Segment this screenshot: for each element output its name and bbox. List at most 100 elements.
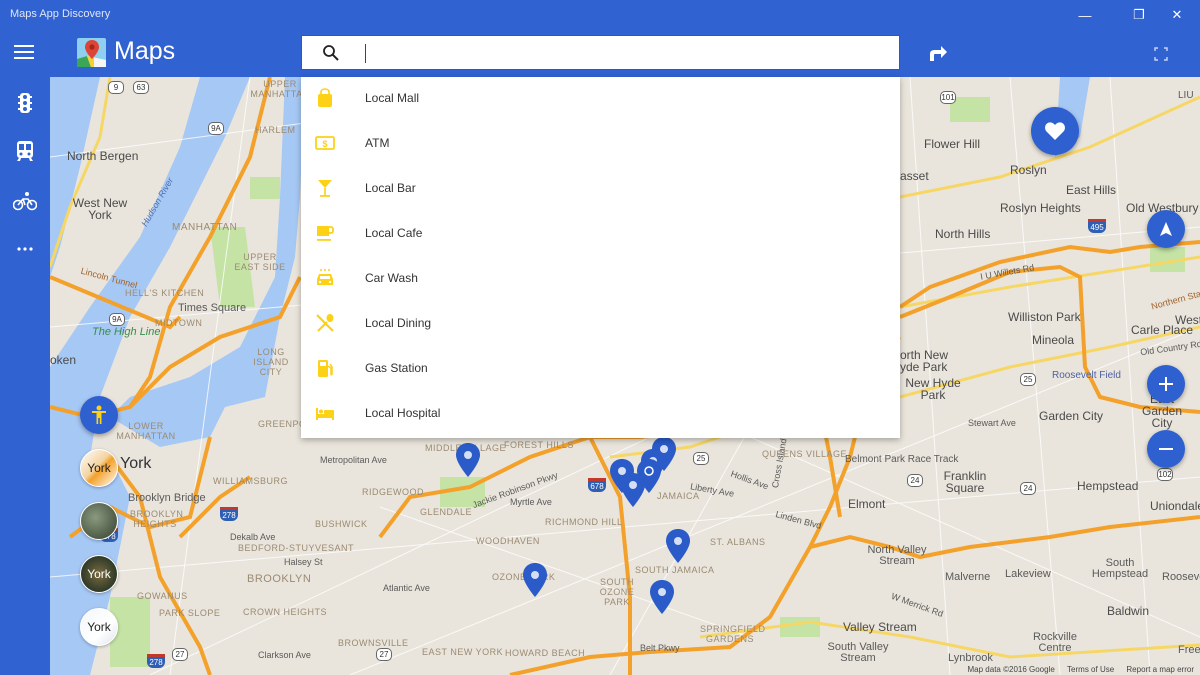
my-location-button[interactable]: [1147, 210, 1185, 248]
title-bar: Maps App Discovery — ❐ ✕: [0, 0, 1200, 30]
map-label: Elmont: [848, 497, 886, 511]
minimize-button[interactable]: —: [1062, 0, 1108, 30]
close-button[interactable]: ✕: [1154, 0, 1200, 30]
map-label: MIDTOWN: [155, 318, 203, 328]
map-label: WILLIAMSBURG: [213, 476, 289, 486]
layer-hybrid-thumbnail[interactable]: York: [80, 555, 118, 593]
utensils-icon: [316, 314, 334, 332]
favorites-button[interactable]: [1031, 107, 1079, 155]
heart-icon: [1045, 122, 1065, 140]
map-label: Hempstead: [1077, 479, 1139, 493]
svg-text:$: $: [322, 139, 327, 149]
map-label: BROOKLYN HEIGHTS: [130, 509, 184, 529]
map-label: BROWNSVILLE: [338, 638, 409, 648]
sidebar-item-more[interactable]: [12, 237, 38, 261]
map-label: North Valley Stream: [867, 544, 927, 567]
fullscreen-icon[interactable]: [1154, 47, 1168, 61]
map-label: Clarkson Ave: [258, 650, 311, 660]
close-icon: ✕: [1171, 7, 1183, 22]
suggestion-local-cafe[interactable]: Local Cafe: [301, 212, 900, 257]
suggestion-local-hospital[interactable]: Local Hospital: [301, 392, 900, 437]
map-label: SOUTH OZONE PARK: [599, 577, 635, 607]
map-label: Garden City: [1039, 409, 1104, 423]
layer-label: York: [87, 461, 111, 475]
layer-label: York: [87, 567, 111, 581]
map-label: Williston Park: [1008, 310, 1081, 324]
zoom-out-button[interactable]: [1147, 430, 1185, 468]
layer-satellite-thumbnail[interactable]: [80, 502, 118, 540]
map-attribution: Map data ©2016 Google Terms of Use Repor…: [958, 665, 1194, 674]
street-view-button[interactable]: [80, 396, 118, 434]
route-shield: 9A: [208, 122, 224, 135]
map-label: PARK SLOPE: [159, 608, 221, 618]
route-shield: 101: [940, 91, 956, 104]
more-icon: [17, 247, 33, 251]
map-label: South Valley Stream: [827, 641, 889, 664]
map-label: asset: [900, 169, 929, 183]
app-name: Maps: [114, 37, 176, 65]
window-title: Maps App Discovery: [10, 8, 111, 20]
map-label: Dekalb Ave: [230, 532, 276, 542]
search-box[interactable]: [301, 35, 900, 70]
suggestion-local-bar[interactable]: Local Bar: [301, 167, 900, 212]
sidebar-item-bike[interactable]: [12, 189, 38, 213]
terms-of-use-link[interactable]: Terms of Use: [1067, 665, 1114, 674]
suggestion-local-mall[interactable]: Local Mall: [301, 77, 900, 122]
map-label: Stewart Ave: [968, 418, 1016, 428]
map-label: RICHMOND HILL: [545, 517, 623, 527]
map-label: WOODHAVEN: [476, 536, 540, 546]
map-label: BUSHWICK: [315, 519, 368, 529]
map-label: Baldwin: [1107, 604, 1150, 618]
map-label: CROWN HEIGHTS: [243, 607, 327, 617]
layer-label: York: [87, 620, 111, 634]
layer-roads-thumbnail[interactable]: York: [80, 449, 118, 487]
map-label: LIU: [1178, 90, 1194, 101]
map-label: Free: [1178, 644, 1200, 656]
cocktail-icon: [318, 180, 332, 197]
map-label: West New York: [72, 196, 128, 222]
maps-logo-icon: [77, 38, 106, 67]
directions-icon[interactable]: [928, 44, 948, 62]
hamburger-icon: [14, 45, 34, 47]
map-label: RIDGEWOOD: [362, 487, 424, 497]
map-label: South Hempstead: [1091, 557, 1149, 580]
app-bar: Maps: [0, 30, 1200, 77]
layer-light-thumbnail[interactable]: York: [80, 608, 118, 646]
map-label: BROOKLYN: [247, 573, 312, 585]
map-pin[interactable]: [523, 563, 547, 597]
map-label: HELL'S KITCHEN: [125, 288, 205, 298]
map-label: ST. ALBANS: [710, 537, 766, 547]
report-map-error-link[interactable]: Report a map error: [1126, 665, 1194, 674]
sidebar-item-transit[interactable]: [12, 139, 38, 163]
map-pin[interactable]: [621, 473, 645, 507]
map-label: Rockville Centre: [1032, 631, 1077, 654]
zoom-in-button[interactable]: [1147, 365, 1185, 403]
map-pin[interactable]: [456, 443, 480, 477]
map-label: LONG ISLAND CITY: [253, 347, 289, 377]
suggestion-atm[interactable]: $ ATM: [301, 122, 900, 167]
suggestion-local-dining[interactable]: Local Dining: [301, 302, 900, 347]
map-label: Belmont Park Race Track: [845, 454, 959, 465]
suggestion-car-wash[interactable]: Car Wash: [301, 257, 900, 302]
hamburger-menu-button[interactable]: [14, 45, 34, 61]
map-label: Uniondale: [1150, 499, 1200, 513]
map-label: oken: [50, 353, 77, 367]
map-label: North Hills: [935, 227, 991, 241]
map-label: Malverne: [945, 571, 991, 583]
map-label: orth New yde Park: [900, 348, 949, 374]
map-label: SOUTH JAMAICA: [635, 565, 715, 575]
hamburger-line: [14, 51, 34, 53]
route-shield: 63: [133, 81, 149, 94]
suggestion-gas-station[interactable]: Gas Station: [301, 347, 900, 392]
sidebar-item-traffic[interactable]: [12, 91, 38, 115]
map-label: Roslyn Heights: [1000, 201, 1081, 215]
map-label: Lynbrook: [948, 652, 993, 664]
map-label: Myrtle Ave: [510, 497, 552, 507]
route-shield: 27: [376, 648, 392, 661]
map-pin[interactable]: [666, 529, 690, 563]
map-pin[interactable]: [650, 580, 674, 614]
map-label: Mineola: [1032, 333, 1075, 347]
search-input[interactable]: [362, 38, 882, 68]
restore-icon: ❐: [1133, 7, 1145, 22]
map-label: EAST NEW YORK: [422, 647, 504, 657]
